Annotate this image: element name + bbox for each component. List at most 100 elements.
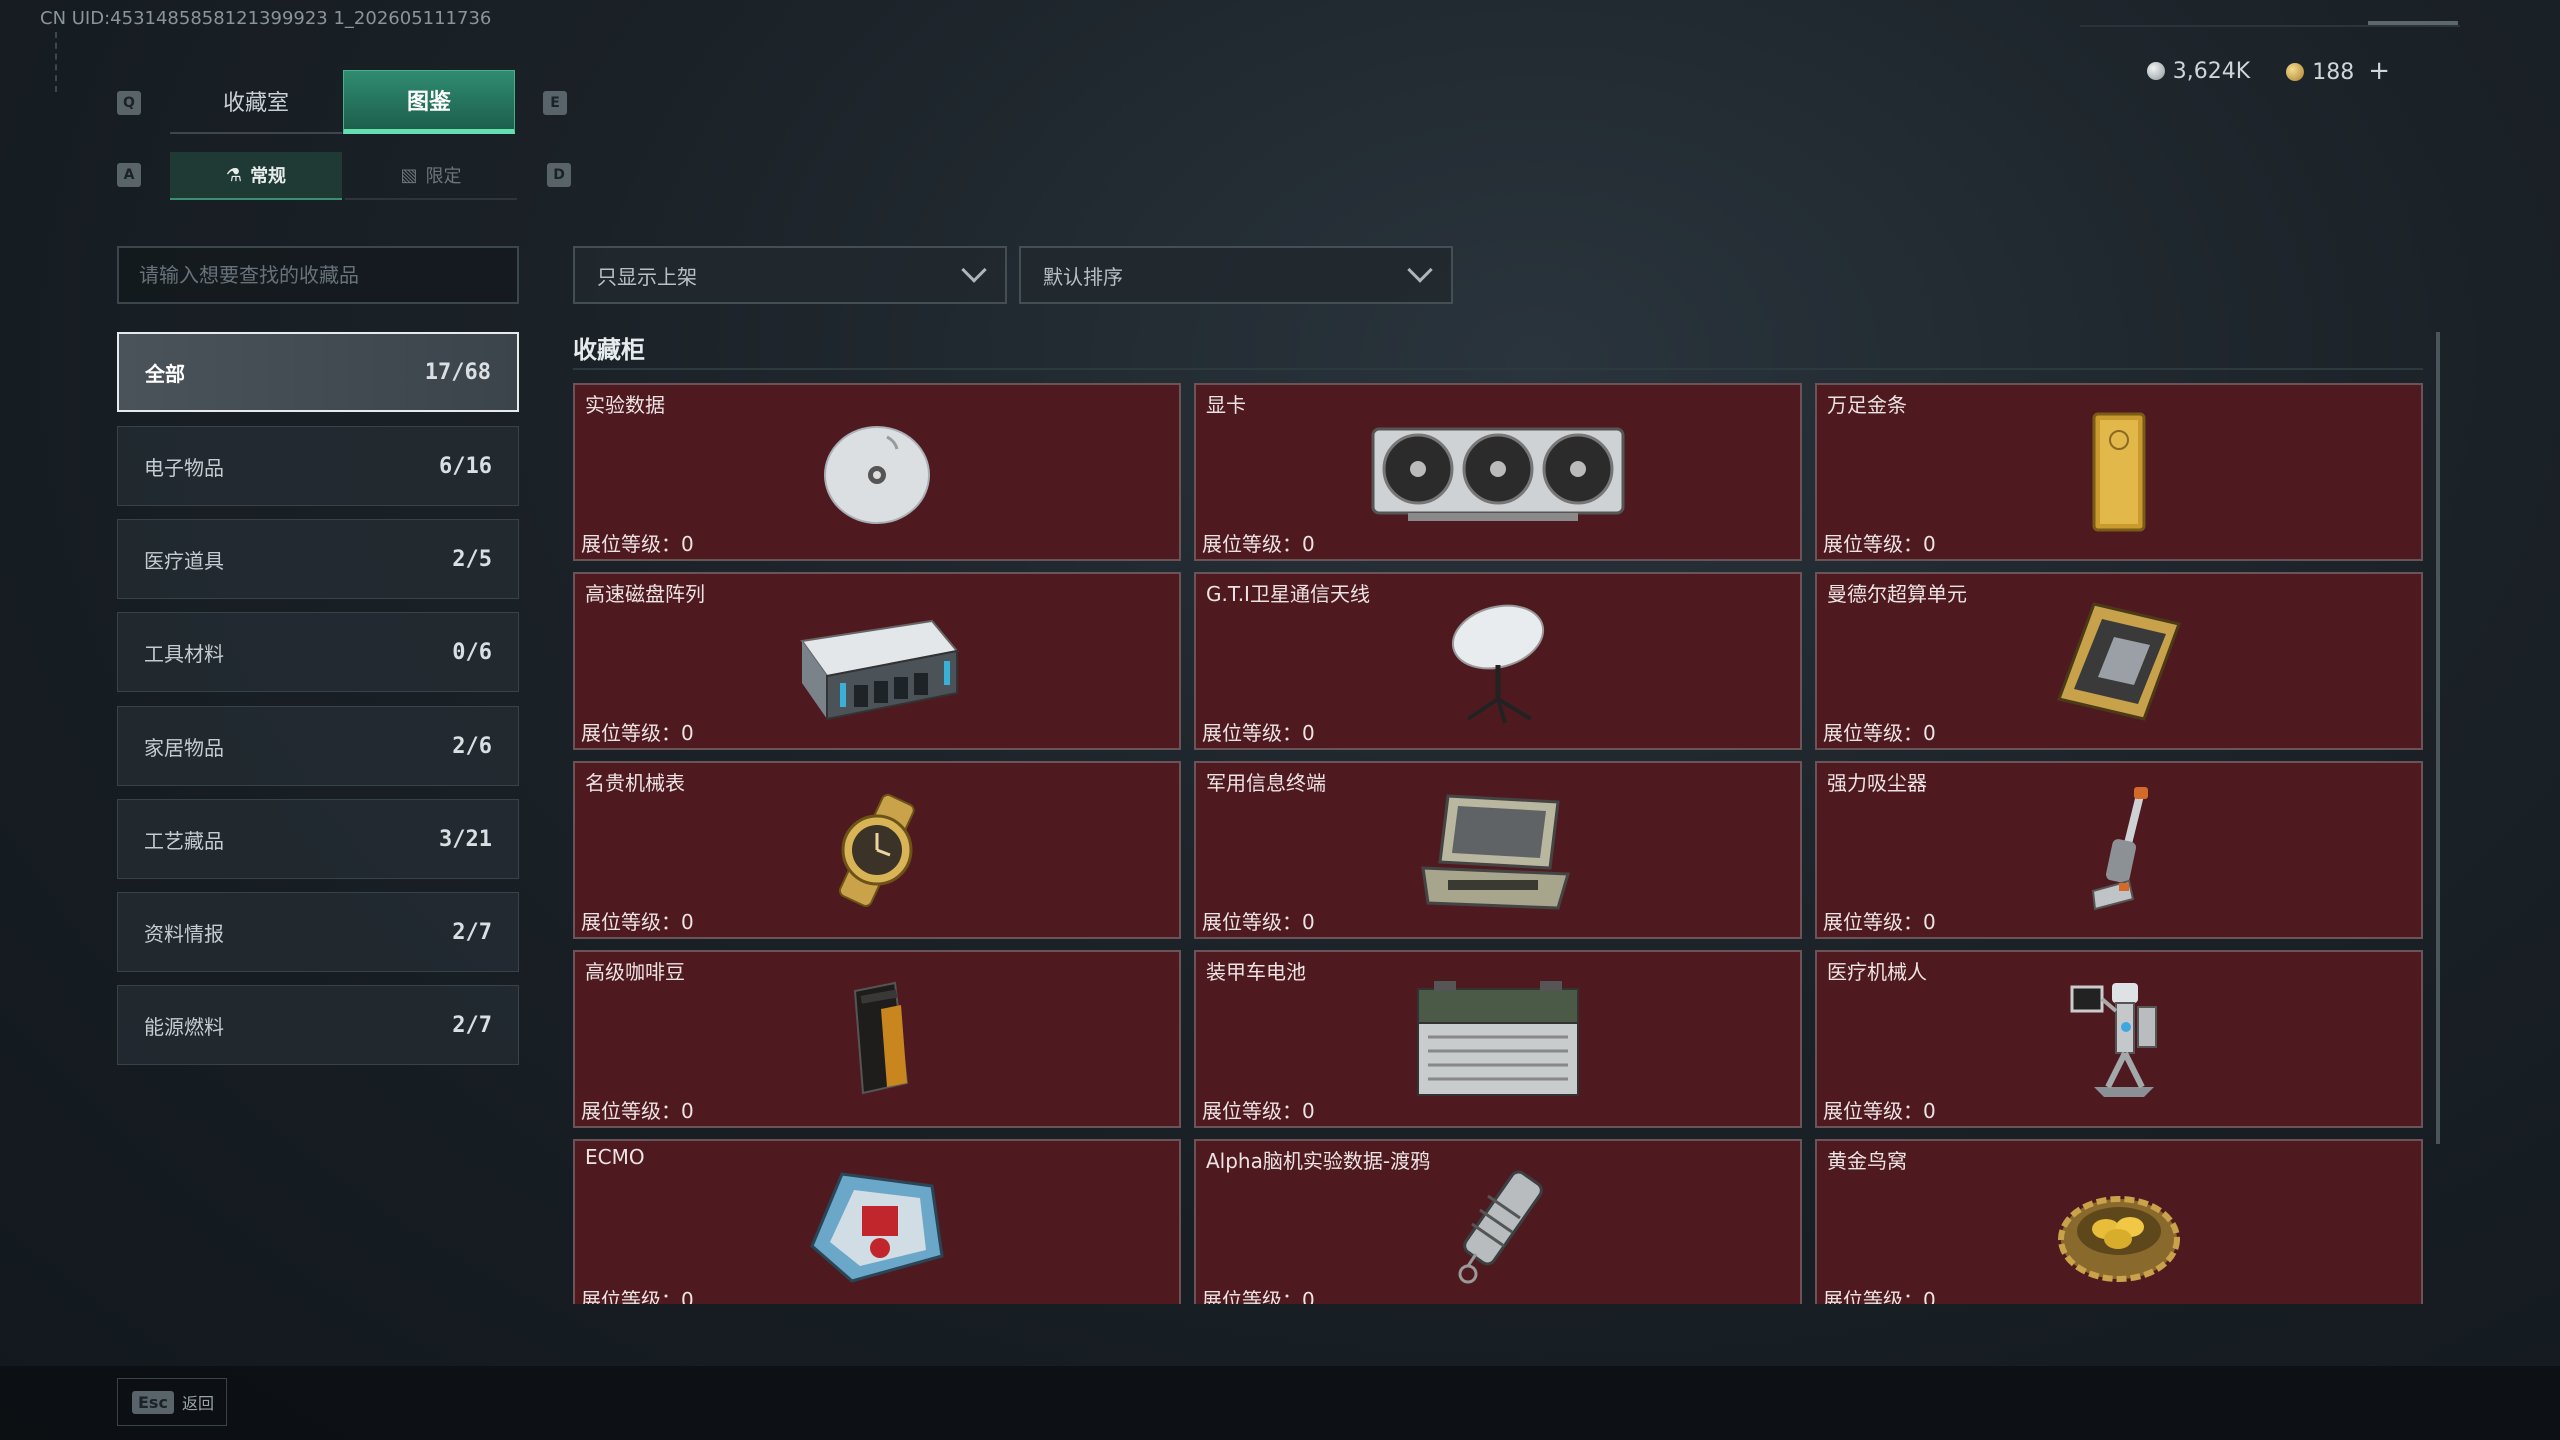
category-all[interactable]: 全部 17/68 (117, 332, 519, 412)
item-level: 展位等级：0 (1202, 721, 1315, 745)
item-name: 高速磁盘阵列 (585, 582, 705, 606)
data-canister-icon (1408, 1163, 1588, 1293)
tab-collection-room[interactable]: 收藏室 (170, 70, 342, 134)
item-card[interactable]: G.T.I卫星通信天线 展位等级：0 (1194, 572, 1802, 750)
display-filter-value: 只显示上架 (597, 264, 697, 289)
category-count: 2/7 (452, 1012, 492, 1038)
item-level: 展位等级：0 (1202, 1099, 1315, 1123)
top-divider (2080, 25, 2460, 27)
item-card[interactable]: Alpha脑机实验数据-渡鸦 展位等级：0 (1194, 1139, 1802, 1304)
grid-scrollbar[interactable] (2436, 332, 2440, 1144)
category-count: 0/6 (452, 639, 492, 665)
category-electronics[interactable]: 电子物品 6/16 (117, 426, 519, 506)
back-label: 返回 (181, 1394, 214, 1413)
esc-key-hint: Esc (132, 1390, 174, 1414)
item-card[interactable]: 实验数据 展位等级：0 (573, 383, 1181, 561)
search-input[interactable] (117, 246, 519, 304)
item-level: 展位等级：0 (1823, 1288, 1936, 1304)
item-level: 展位等级：0 (1202, 1288, 1315, 1304)
supercomputer-unit-icon (2029, 596, 2209, 726)
item-name: 黄金鸟窝 (1827, 1149, 1907, 1173)
sort-value: 默认排序 (1043, 264, 1123, 289)
section-title: 收藏柜 (573, 336, 645, 364)
category-label: 工具材料 (144, 641, 224, 666)
category-label: 家居物品 (144, 735, 224, 760)
item-name: 高级咖啡豆 (585, 960, 685, 984)
item-name: Alpha脑机实验数据-渡鸦 (1206, 1149, 1431, 1173)
subtab-limited[interactable]: ▧ 限定 (345, 152, 517, 200)
a-key-hint: A (117, 163, 141, 187)
image-icon: ▧ (400, 164, 418, 186)
top-divider-mark (2368, 21, 2458, 25)
silver-currency: 3,624K (2146, 59, 2250, 84)
graphics-card-icon (1363, 407, 1633, 537)
item-name: G.T.I卫星通信天线 (1206, 582, 1370, 606)
item-card[interactable]: 强力吸尘器 展位等级：0 (1815, 761, 2423, 939)
category-label: 能源燃料 (144, 1014, 224, 1039)
item-name: 名贵机械表 (585, 771, 685, 795)
item-level: 展位等级：0 (581, 532, 694, 556)
category-tools[interactable]: 工具材料 0/6 (117, 612, 519, 692)
subtab-limited-label: 限定 (425, 166, 462, 187)
category-count: 2/7 (452, 919, 492, 945)
d-key-hint: D (547, 163, 571, 187)
item-name: 万足金条 (1827, 393, 1907, 417)
item-name: 实验数据 (585, 393, 665, 417)
sort-dropdown[interactable]: 默认排序 (1019, 246, 1453, 304)
category-household[interactable]: 家居物品 2/6 (117, 706, 519, 786)
gold-coin-icon (2286, 63, 2305, 81)
add-currency-button[interactable]: + (2368, 56, 2390, 86)
item-card[interactable]: 黄金鸟窝 展位等级：0 (1815, 1139, 2423, 1304)
display-filter-dropdown[interactable]: 只显示上架 (573, 246, 1007, 304)
ecmo-icon (787, 1163, 967, 1293)
gold-bar-icon (2029, 407, 2209, 537)
item-card[interactable]: 高级咖啡豆 展位等级：0 (573, 950, 1181, 1128)
back-button[interactable]: Esc 返回 (117, 1378, 227, 1426)
item-card[interactable]: 万足金条 展位等级：0 (1815, 383, 2423, 561)
item-level: 展位等级：0 (1202, 910, 1315, 934)
gold-amount: 188 (2312, 60, 2355, 85)
item-level: 展位等级：0 (581, 910, 694, 934)
item-card[interactable]: 显卡 展位等级：0 (1194, 383, 1802, 561)
item-grid: 实验数据 展位等级：0 显卡 展位等级：0 万足金条 展位等级：0 高速磁盘阵列… (570, 380, 2430, 1304)
item-name: 强力吸尘器 (1827, 771, 1927, 795)
category-intel[interactable]: 资料情报 2/7 (117, 892, 519, 972)
item-level: 展位等级：0 (581, 1099, 694, 1123)
golden-nest-icon (2029, 1163, 2209, 1293)
item-card[interactable]: 军用信息终端 展位等级：0 (1194, 761, 1802, 939)
chevron-down-icon (961, 257, 987, 283)
item-level: 展位等级：0 (581, 1288, 694, 1304)
item-name: 装甲车电池 (1206, 960, 1306, 984)
item-level: 展位等级：0 (1823, 532, 1936, 556)
tab-codex[interactable]: 图鉴 (343, 70, 515, 134)
subtab-regular-label: 常规 (250, 166, 287, 187)
category-medical[interactable]: 医疗道具 2/5 (117, 519, 519, 599)
item-card[interactable]: 装甲车电池 展位等级：0 (1194, 950, 1802, 1128)
currency-bar: 3,624K 188 + (2146, 56, 2390, 86)
item-level: 展位等级：0 (581, 721, 694, 745)
item-name: 军用信息终端 (1206, 771, 1326, 795)
item-card[interactable]: 医疗机械人 展位等级：0 (1815, 950, 2423, 1128)
medical-robot-icon (2029, 974, 2209, 1104)
category-energy[interactable]: 能源燃料 2/7 (117, 985, 519, 1065)
item-card[interactable]: 曼德尔超算单元 展位等级：0 (1815, 572, 2423, 750)
category-crafts[interactable]: 工艺藏品 3/21 (117, 799, 519, 879)
category-count: 17/68 (424, 359, 491, 385)
item-name: 显卡 (1206, 393, 1246, 417)
item-card[interactable]: ECMO 展位等级：0 (573, 1139, 1181, 1304)
category-label: 工艺藏品 (144, 828, 224, 853)
silver-coin-icon (2146, 61, 2165, 80)
flask-icon: ⚗ (225, 164, 243, 186)
chevron-down-icon (1407, 257, 1433, 283)
subtab-regular[interactable]: ⚗ 常规 (170, 152, 342, 200)
category-label: 资料情报 (144, 921, 224, 946)
q-key-hint: Q (117, 91, 141, 115)
item-card[interactable]: 名贵机械表 展位等级：0 (573, 761, 1181, 939)
coffee-bag-icon (787, 974, 967, 1104)
uid-text: CN UID:4531485858121399923 1_20260511173… (40, 8, 492, 29)
bottom-bar (0, 1366, 2560, 1440)
vacuum-icon (2029, 785, 2209, 915)
category-label: 电子物品 (144, 455, 224, 480)
item-card[interactable]: 高速磁盘阵列 展位等级：0 (573, 572, 1181, 750)
satellite-antenna-icon (1408, 596, 1588, 726)
